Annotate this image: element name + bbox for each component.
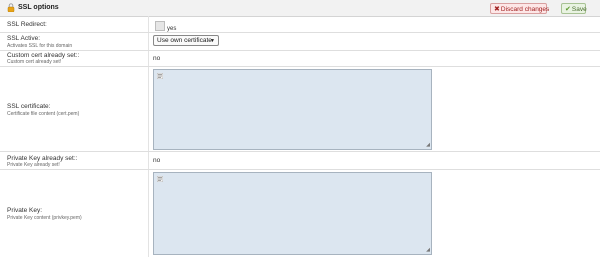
private-key-label: Private Key: [7, 207, 43, 214]
section-title: SSL options [18, 4, 59, 11]
private-key-set-value: no [153, 157, 161, 164]
discard-changes-button[interactable]: ✖Discard changes [490, 3, 550, 14]
ssl-certificate-textarea[interactable]: ◢ [153, 69, 432, 150]
ssl-active-selected-value: Use own certificate [157, 37, 212, 44]
dropdown-arrow-icon: ▼ [210, 38, 215, 44]
lock-icon [7, 3, 15, 12]
ssl-active-description: Activates SSL for this domain [7, 43, 73, 49]
private-key-set-row: Private Key already set:: Private Key al… [0, 152, 600, 170]
ssl-redirect-label: SSL Redirect: [7, 21, 47, 28]
custom-cert-set-description: Custom cert already set! [7, 59, 62, 65]
save-button[interactable]: ✔Save [561, 3, 587, 14]
custom-cert-set-value: no [153, 55, 161, 62]
ssl-active-label: SSL Active: [7, 35, 40, 42]
ssl-certificate-label: SSL certificate: [7, 103, 51, 110]
custom-cert-set-row: Custom cert already set:: Custom cert al… [0, 51, 600, 67]
ssl-active-row: SSL Active: Activates SSL for this domai… [0, 33, 600, 51]
discard-icon: ✖ [494, 5, 500, 13]
private-key-textarea[interactable]: ◢ [153, 172, 432, 255]
resize-handle-icon[interactable]: ◢ [426, 248, 430, 253]
ssl-redirect-row: SSL Redirect: yes [0, 17, 600, 33]
ssl-redirect-checkbox-label: yes [167, 26, 177, 32]
private-key-set-description: Private Key already set! [7, 162, 60, 168]
text-edit-icon [157, 73, 163, 79]
save-label: Save [571, 6, 587, 13]
ssl-certificate-description: Certificate file content (cert.pem) [7, 111, 80, 117]
resize-handle-icon[interactable]: ◢ [426, 143, 430, 148]
custom-cert-set-label: Custom cert already set:: [7, 52, 80, 59]
section-header: SSL options ✖Discard changes ✔Save [0, 0, 600, 17]
ssl-active-select[interactable]: Use own certificate ▼ [153, 35, 219, 46]
private-key-set-label: Private Key already set:: [7, 155, 78, 162]
text-edit-icon [157, 176, 163, 182]
checkmark-icon: ✔ [565, 5, 571, 13]
discard-changes-label: Discard changes [500, 6, 550, 13]
private-key-description: Private Key content (privkey.pem) [7, 215, 82, 221]
ssl-redirect-checkbox[interactable] [155, 21, 165, 31]
